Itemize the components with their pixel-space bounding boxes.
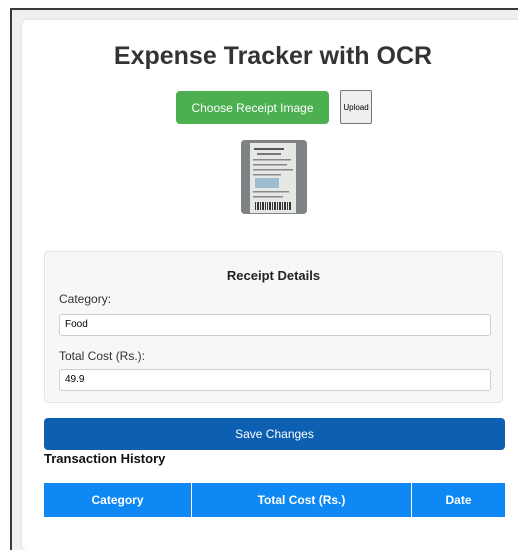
total-cost-input[interactable]: 49.9 [59,369,491,391]
receipt-thumbnail [241,140,307,214]
receipt-details-title: Receipt Details [226,268,321,283]
total-cost-label: Total Cost (Rs.): [59,349,146,363]
column-header-category: Category [91,493,144,507]
page-title: Expense Tracker with OCR [113,42,433,70]
category-label: Category: [59,292,112,306]
save-changes-button[interactable]: Save Changes [44,418,505,450]
choose-receipt-button[interactable]: Choose Receipt Image [176,91,329,124]
upload-button[interactable]: Upload [340,90,372,124]
receipt-details-panel: Receipt Details Category: Food Total Cos… [44,251,503,403]
column-header-date: Date [411,483,505,517]
transaction-history-title: Transaction History [44,451,166,466]
column-header-total-cost: Total Cost (Rs.) [191,483,411,517]
transaction-history-table: Category Total Cost (Rs.) Date [44,483,505,517]
receipt-image [241,140,307,214]
category-input[interactable]: Food [59,314,491,336]
